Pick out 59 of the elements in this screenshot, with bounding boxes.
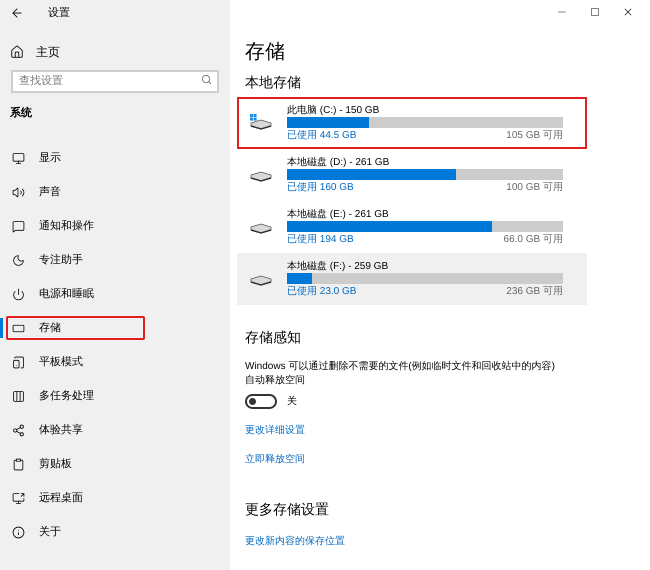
- free-space: 236 GB 可用: [506, 284, 563, 298]
- free-space: 105 GB 可用: [506, 128, 563, 142]
- section-heading: 本地存储: [245, 73, 302, 92]
- sidebar-item[interactable]: 关于: [6, 520, 145, 544]
- link[interactable]: 更改新内容的保存位置: [245, 534, 345, 549]
- sidebar-item[interactable]: 显示: [6, 146, 145, 170]
- drive-row[interactable]: 此电脑 (C:) - 150 GB 已使用 44.5 GB 105 GB 可用: [237, 97, 587, 149]
- sidebar-item[interactable]: 声音: [6, 180, 145, 204]
- sidebar-item[interactable]: 体验共享: [6, 418, 145, 442]
- drive-row[interactable]: 本地磁盘 (F:) - 259 GB 已使用 23.0 GB 236 GB 可用: [237, 253, 587, 305]
- drive-row[interactable]: 本地磁盘 (E:) - 261 GB 已使用 194 GB 66.0 GB 可用: [237, 201, 587, 253]
- maximize-icon[interactable]: [590, 7, 600, 17]
- section-heading: 存储感知: [245, 328, 302, 347]
- link[interactable]: 更改详细设置: [245, 423, 305, 438]
- sidebar-item[interactable]: 远程桌面: [6, 486, 145, 510]
- used-space: 已使用 44.5 GB: [287, 128, 356, 142]
- drive-name: 本地磁盘 (F:) - 259 GB: [287, 260, 390, 272]
- info-icon: [12, 526, 25, 538]
- sidebar-item[interactable]: 剪贴板: [6, 452, 145, 476]
- drive-name: 此电脑 (C:) - 150 GB: [287, 104, 380, 116]
- description-text: Windows 可以通过删除不需要的文件(例如临时文件和回收站中的内容)自动释放空间: [245, 360, 556, 388]
- sidebar-item[interactable]: 通知和操作: [6, 214, 145, 238]
- back-icon[interactable]: [10, 6, 24, 20]
- free-space: 66.0 GB 可用: [504, 232, 563, 246]
- toggle-switch[interactable]: [245, 394, 277, 409]
- toggle-label: 关: [287, 394, 297, 409]
- monitor-icon: [12, 152, 25, 164]
- home-icon: [10, 45, 24, 59]
- moon-icon: [12, 254, 25, 266]
- drive-row[interactable]: 本地磁盘 (D:) - 261 GB 已使用 160 GB 100 GB 可用: [237, 149, 587, 201]
- message-icon: [12, 220, 25, 232]
- close-icon[interactable]: [622, 6, 634, 18]
- sidebar-item[interactable]: 多任务处理: [6, 384, 145, 408]
- home-link[interactable]: 主页: [10, 40, 230, 64]
- drive-name: 本地磁盘 (E:) - 261 GB: [287, 208, 390, 220]
- page-title: 存储: [245, 40, 286, 65]
- free-space: 100 GB 可用: [506, 180, 563, 194]
- search-icon: [201, 74, 212, 85]
- remote-screen-icon: [12, 492, 25, 504]
- search-field[interactable]: 查找设置: [11, 70, 219, 92]
- section-heading: 更多存储设置: [245, 500, 330, 519]
- columns-icon: [12, 390, 25, 402]
- link[interactable]: 立即释放空间: [245, 452, 305, 467]
- speaker-icon: [12, 186, 25, 198]
- used-space: 已使用 194 GB: [287, 232, 354, 246]
- clipboard-icon: [12, 458, 25, 470]
- sidebar-item[interactable]: 存储: [6, 316, 145, 340]
- tablet-icon: [12, 356, 25, 368]
- system-drive-icon: [249, 114, 273, 132]
- sidebar-item[interactable]: 专注助手: [6, 248, 145, 272]
- window-title: 设置: [48, 6, 70, 21]
- power-icon: [12, 288, 25, 300]
- used-space: 已使用 160 GB: [287, 180, 354, 194]
- used-space: 已使用 23.0 GB: [287, 284, 356, 298]
- drive-name: 本地磁盘 (D:) - 261 GB: [287, 156, 390, 168]
- sidebar-item[interactable]: 电源和睡眠: [6, 282, 145, 306]
- share-icon: [12, 424, 25, 436]
- section-heading: 系统: [10, 106, 33, 120]
- sidebar-item[interactable]: 平板模式: [6, 350, 145, 374]
